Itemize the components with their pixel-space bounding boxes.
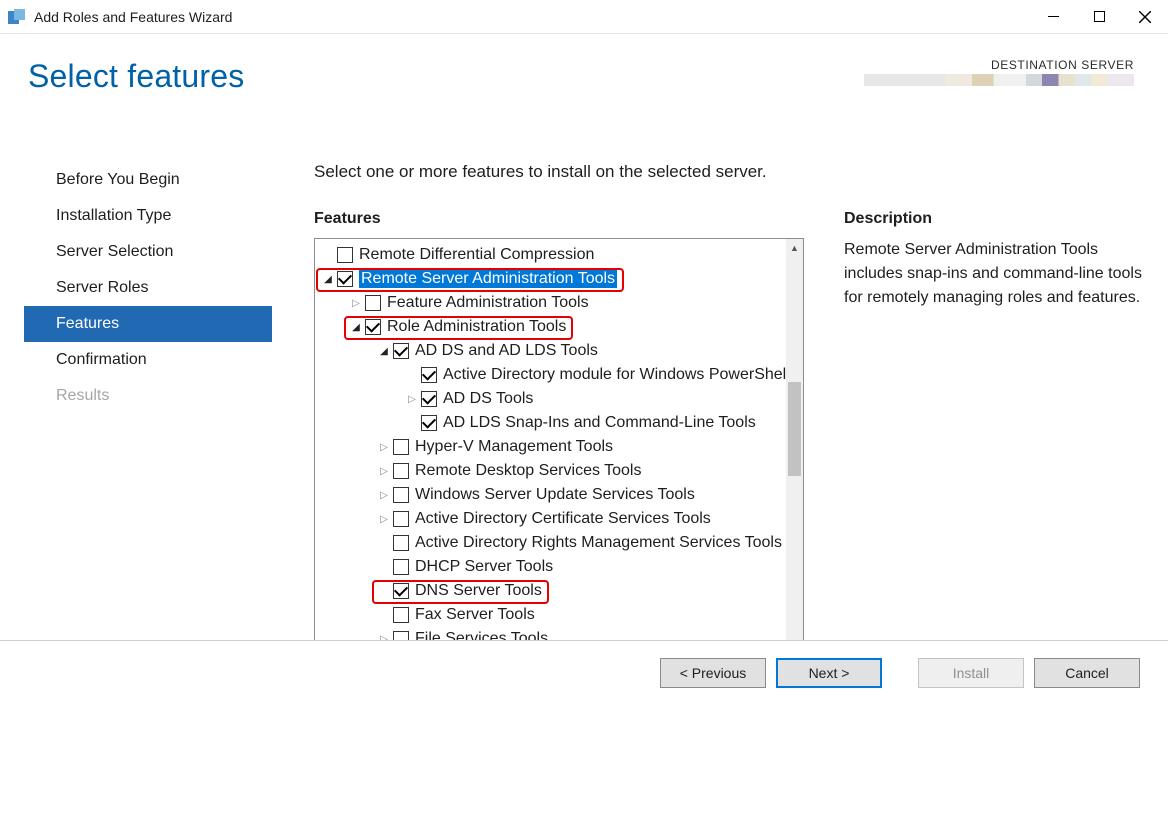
tree-checkbox[interactable] [421, 391, 437, 407]
tree-item[interactable]: ▷ Feature Administration Tools [315, 291, 803, 315]
tree-item-label[interactable]: Active Directory module for Windows Powe… [443, 366, 790, 384]
scroll-up-arrow-icon[interactable]: ▲ [786, 239, 803, 256]
tree-checkbox[interactable] [393, 439, 409, 455]
maximize-button[interactable] [1076, 0, 1122, 34]
tree-checkbox[interactable] [393, 463, 409, 479]
tree-item-label[interactable]: Windows Server Update Services Tools [415, 486, 695, 504]
expand-icon[interactable]: ▷ [405, 394, 419, 405]
tree-item[interactable]: ▷ Remote Desktop Services Tools [315, 459, 803, 483]
tree-item[interactable]: ▷Active Directory module for Windows Pow… [315, 363, 803, 387]
cancel-button[interactable]: Cancel [1034, 658, 1140, 688]
close-button[interactable] [1122, 0, 1168, 34]
previous-button[interactable]: < Previous [660, 658, 766, 688]
tree-item-label[interactable]: Fax Server Tools [415, 606, 535, 624]
tree-item[interactable]: ▷AD LDS Snap-Ins and Command-Line Tools [315, 411, 803, 435]
tree-item[interactable]: ▷Remote Differential Compression [315, 243, 803, 267]
tree-item-label[interactable]: AD LDS Snap-Ins and Command-Line Tools [443, 414, 756, 432]
tree-item-label[interactable]: Active Directory Rights Management Servi… [415, 534, 782, 552]
tree-item[interactable]: ▷ Windows Server Update Services Tools [315, 483, 803, 507]
tree-item-label[interactable]: Hyper-V Management Tools [415, 438, 613, 456]
nav-step-before-you-begin[interactable]: Before You Begin [24, 162, 272, 198]
tree-item[interactable]: ▷Active Directory Rights Management Serv… [315, 531, 803, 555]
server-manager-icon [8, 9, 26, 25]
features-panel-label: Features [314, 210, 804, 228]
tree-checkbox[interactable] [337, 271, 353, 287]
expand-icon[interactable]: ▷ [349, 298, 363, 309]
nav-step-server-selection[interactable]: Server Selection [24, 234, 272, 270]
tree-checkbox[interactable] [365, 295, 381, 311]
tree-item-label[interactable]: DNS Server Tools [415, 582, 542, 600]
tree-checkbox[interactable] [393, 607, 409, 623]
destination-server-label: DESTINATION SERVER [864, 58, 1134, 72]
tree-item-label[interactable]: AD DS Tools [443, 390, 533, 408]
collapse-icon[interactable]: ◢ [349, 322, 363, 333]
vertical-scroll-thumb[interactable] [788, 382, 801, 476]
collapse-icon[interactable]: ◢ [377, 346, 391, 357]
tree-item[interactable]: ▷Fax Server Tools [315, 603, 803, 627]
features-tree[interactable]: ▷Remote Differential Compression◢Remote … [315, 239, 803, 703]
tree-checkbox[interactable] [393, 583, 409, 599]
tree-checkbox[interactable] [393, 535, 409, 551]
tree-item[interactable]: ▷DNS Server Tools [315, 579, 803, 603]
window-title: Add Roles and Features Wizard [34, 9, 1030, 25]
tree-item[interactable]: ▷DHCP Server Tools [315, 555, 803, 579]
nav-step-server-roles[interactable]: Server Roles [24, 270, 272, 306]
nav-step-features[interactable]: Features [24, 306, 272, 342]
tree-item[interactable]: ◢ Role Administration Tools [315, 315, 803, 339]
tree-checkbox[interactable] [365, 319, 381, 335]
tree-checkbox[interactable] [421, 367, 437, 383]
minimize-button[interactable] [1030, 0, 1076, 34]
expand-icon[interactable]: ▷ [377, 466, 391, 477]
tree-item[interactable]: ▷ AD DS Tools [315, 387, 803, 411]
expand-icon[interactable]: ▷ [377, 514, 391, 525]
page-header: Select features DESTINATION SERVER [0, 34, 1168, 144]
tree-item[interactable]: ◢ Remote Server Administration Tools [315, 267, 803, 291]
tree-item-label[interactable]: Remote Desktop Services Tools [415, 462, 641, 480]
instruction-text: Select one or more features to install o… [314, 162, 1144, 182]
tree-item[interactable]: ▷ Active Directory Certificate Services T… [315, 507, 803, 531]
nav-step-results: Results [24, 378, 272, 414]
tree-item-label[interactable]: DHCP Server Tools [415, 558, 553, 576]
features-tree-container: ▷Remote Differential Compression◢Remote … [314, 238, 804, 704]
tree-item[interactable]: ▷ Hyper-V Management Tools [315, 435, 803, 459]
tree-item-label[interactable]: Remote Server Administration Tools [359, 270, 617, 288]
tree-item-label[interactable]: Role Administration Tools [387, 318, 566, 336]
wizard-footer: < Previous Next > Install Cancel [0, 640, 1168, 704]
expand-icon[interactable]: ▷ [377, 490, 391, 501]
wizard-steps-nav: Before You BeginInstallation TypeServer … [24, 144, 272, 704]
description-panel-label: Description [844, 210, 1144, 228]
wizard-body: Before You BeginInstallation TypeServer … [0, 144, 1168, 704]
destination-server-block: DESTINATION SERVER [864, 58, 1140, 86]
tree-item-label[interactable]: AD DS and AD LDS Tools [415, 342, 598, 360]
collapse-icon[interactable]: ◢ [321, 274, 335, 285]
install-button: Install [918, 658, 1024, 688]
tree-checkbox[interactable] [393, 559, 409, 575]
nav-step-confirmation[interactable]: Confirmation [24, 342, 272, 378]
content-area: Select one or more features to install o… [272, 144, 1144, 704]
expand-icon[interactable]: ▷ [377, 442, 391, 453]
tree-checkbox[interactable] [393, 487, 409, 503]
tree-checkbox[interactable] [337, 247, 353, 263]
tree-item-label[interactable]: Feature Administration Tools [387, 294, 589, 312]
description-text: Remote Server Administration Tools inclu… [844, 238, 1144, 310]
vertical-scrollbar[interactable]: ▲ ▼ [786, 239, 803, 686]
destination-server-name-redacted [864, 74, 1134, 86]
tree-checkbox[interactable] [393, 343, 409, 359]
tree-checkbox[interactable] [393, 511, 409, 527]
next-button[interactable]: Next > [776, 658, 882, 688]
window-titlebar: Add Roles and Features Wizard [0, 0, 1168, 34]
tree-item-label[interactable]: Active Directory Certificate Services To… [415, 510, 711, 528]
tree-checkbox[interactable] [421, 415, 437, 431]
nav-step-installation-type[interactable]: Installation Type [24, 198, 272, 234]
page-title: Select features [28, 58, 244, 95]
tree-item[interactable]: ◢ AD DS and AD LDS Tools [315, 339, 803, 363]
tree-item-label[interactable]: Remote Differential Compression [359, 246, 594, 264]
